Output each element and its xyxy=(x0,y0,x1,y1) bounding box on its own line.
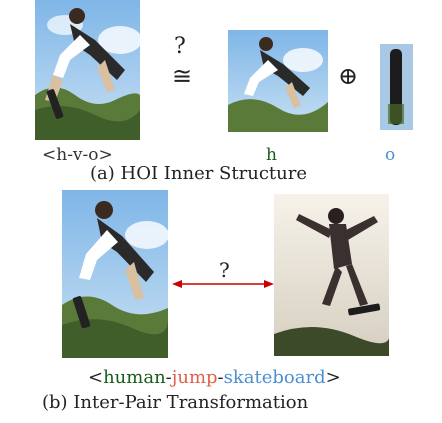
caption-a: (a) HOI Inner Structure xyxy=(90,163,307,184)
h-label: h xyxy=(266,145,277,165)
triplet-close-bracket: > xyxy=(325,367,341,388)
photo-hoi-human xyxy=(228,30,328,132)
caption-b: (b) Inter-Pair Transformation xyxy=(42,392,309,413)
triplet-object: skateboard xyxy=(223,367,326,388)
triplet-open-bracket: < xyxy=(88,367,104,388)
triplet-human: human xyxy=(103,367,166,388)
photo-hoi-full xyxy=(35,0,140,140)
oplus-symbol: ⊕ xyxy=(338,62,359,90)
human-verb-object-triplet: <human-jump-skateboard> xyxy=(88,367,341,388)
photo-jumper-left xyxy=(62,190,168,358)
hvo-triplet-label: <h-v-o> xyxy=(42,145,113,165)
photo-hoi-object xyxy=(380,44,413,130)
o-label: o xyxy=(385,145,396,165)
triplet-verb: jump xyxy=(171,367,218,388)
question-mark-bottom: ? xyxy=(219,258,230,282)
equiv-symbol: ≅ xyxy=(172,62,193,90)
photo-skater-right xyxy=(274,194,389,356)
question-mark-top: ? xyxy=(174,34,186,59)
